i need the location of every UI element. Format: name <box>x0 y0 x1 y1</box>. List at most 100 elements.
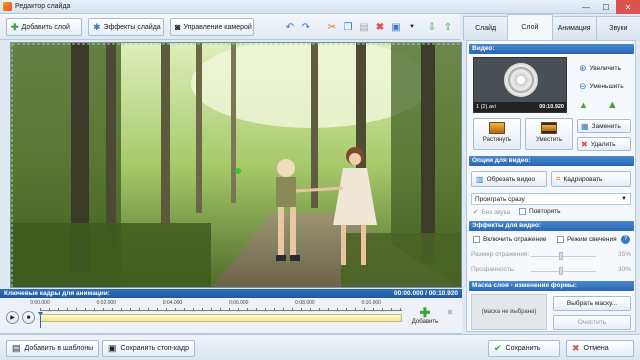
video-caption: 1 (2).avi 00:10.920 <box>474 102 566 112</box>
transparency-label: Прозрачность: <box>471 266 515 273</box>
crop-button[interactable]: ⌗ Кадрировать <box>551 171 631 187</box>
plus-icon: ✚ <box>419 305 431 320</box>
small-image-icon[interactable]: ▲ <box>579 100 588 110</box>
keyframe-timeline: ▶ ■ 0:00.000 0:02.000 0:04.000 0:06.000 … <box>0 298 462 334</box>
save-still-label: Сохранить стоп-кадр <box>120 345 189 352</box>
delete-keyframe-button[interactable]: ✖ <box>444 308 456 330</box>
ruler-tick: 0:02.000 <box>96 300 116 306</box>
add-keyframe-button[interactable]: ✚ Добавить <box>410 306 440 330</box>
fit-button[interactable]: Уместить <box>525 118 573 150</box>
stop-button[interactable]: ■ <box>22 311 35 324</box>
keyframe-track[interactable] <box>40 314 402 322</box>
add-to-templates-label: Добавить в шаблоны <box>24 345 94 352</box>
slider-knob[interactable] <box>559 267 563 275</box>
play-mode-value: Проиграть сразу <box>475 196 525 203</box>
film-reel-icon <box>504 63 538 97</box>
undo-icon[interactable]: ↶ <box>282 18 298 36</box>
slide-effects-label: Эффекты слайда <box>103 23 161 31</box>
tab-slide[interactable]: Слайд <box>463 16 509 40</box>
video-options-title: Опции для видео: <box>469 156 634 166</box>
toolbar: ✚ Добавить слой ✱ Эффекты слайда ◙ Управ… <box>0 14 460 40</box>
trim-video-button[interactable]: ▥ Обрезать видео <box>471 171 547 187</box>
transparency-slider[interactable]: Прозрачность: 30% <box>471 266 631 276</box>
fit-icon <box>541 122 557 134</box>
large-image-icon[interactable]: ▲ <box>607 99 618 111</box>
tab-animation[interactable]: Анимация <box>551 16 597 40</box>
mute-label: Без звука <box>481 208 511 216</box>
reflection-label: Включить отражение <box>483 236 547 243</box>
move-up-icon[interactable]: ⇧ <box>440 18 456 36</box>
zoom-out-link[interactable]: ⊖ Уменьшить <box>579 81 624 92</box>
clear-mask-button[interactable]: Очистить <box>553 315 631 330</box>
ruler-tick: 0:10.000 <box>361 300 381 306</box>
video-effects-title: Эффекты для видео: <box>469 221 634 231</box>
video-section-title: Видео: <box>469 44 634 54</box>
replace-button[interactable]: ▦ Заменить <box>577 119 631 133</box>
stretch-button[interactable]: Растянуть <box>473 118 521 150</box>
bottom-bar: ▤ Добавить в шаблоны ▣ Сохранить стоп-ка… <box>0 334 640 360</box>
layer-anchor-point[interactable] <box>235 168 241 174</box>
video-duration: 00:10.920 <box>539 104 564 110</box>
choose-mask-button[interactable]: Выбрать маску... <box>553 296 631 311</box>
playhead-marker[interactable] <box>38 312 43 328</box>
camera-control-button[interactable]: ◙ Управление камерой <box>170 18 254 36</box>
zoom-in-link[interactable]: ⊕ Увеличить <box>579 63 621 74</box>
title-bar: Редактор слайда — ☐ ✕ <box>0 0 640 14</box>
reflection-checkbox[interactable]: Включить отражение <box>473 236 546 243</box>
fit-label: Уместить <box>536 137 562 143</box>
replace-label: Заменить <box>591 122 621 130</box>
slide-effects-button[interactable]: ✱ Эффекты слайда <box>88 18 164 36</box>
maximize-button[interactable]: ☐ <box>596 0 616 14</box>
ruler-line <box>40 308 402 311</box>
keyframes-label: Ключевые кадры для анимации: <box>4 290 110 297</box>
ruler-tick: 0:06.000 <box>229 300 249 306</box>
mask-none-label: (маска не выбрана) <box>481 309 537 315</box>
zoom-out-label: Уменьшить <box>589 83 624 90</box>
save-still-button[interactable]: ▣ Сохранить стоп-кадр <box>102 340 195 357</box>
tab-sounds[interactable]: Звуки <box>595 16 640 40</box>
layout-icon[interactable]: ▣ <box>388 18 404 36</box>
minimize-button[interactable]: — <box>576 0 596 14</box>
tab-layer[interactable]: Слой <box>507 14 553 40</box>
panel-tabs: Слайд Слой Анимация Звуки <box>463 14 640 40</box>
layer-properties-panel: Видео: 1 (2).avi 00:10.920 ⊕ Увеличить ⊖… <box>466 40 636 332</box>
redo-icon[interactable]: ↷ <box>298 18 314 36</box>
move-down-icon[interactable]: ⇩ <box>424 18 440 36</box>
reflection-size-label: Размер отражения: <box>471 251 530 258</box>
chevron-down-icon[interactable]: ▼ <box>404 18 420 36</box>
save-label: Сохранить <box>505 345 541 352</box>
close-window-button[interactable]: ✕ <box>616 0 640 14</box>
slide-preview[interactable] <box>10 42 462 288</box>
reflection-size-slider[interactable]: Размер отражения: 35% <box>471 251 631 261</box>
help-icon[interactable]: ? <box>621 235 630 244</box>
copy-icon[interactable]: ❐ <box>340 18 356 36</box>
mask-section-title: Маска слоя - изменение формы: <box>469 281 634 291</box>
checkbox-box <box>519 208 526 215</box>
play-mode-select[interactable]: Проиграть сразу ▼ <box>471 193 631 205</box>
reflection-size-value: 35% <box>617 251 631 258</box>
delete-button[interactable]: ✖ Удалить <box>577 137 631 151</box>
delete-icon: ✖ <box>581 139 588 149</box>
slider-knob[interactable] <box>559 252 563 260</box>
add-layer-button[interactable]: ✚ Добавить слой <box>6 18 82 36</box>
crop-icon: ⌗ <box>556 174 561 183</box>
camera-icon: ◙ <box>175 22 181 32</box>
paste-icon[interactable]: ▤ <box>356 18 372 36</box>
add-to-templates-button[interactable]: ▤ Добавить в шаблоны <box>6 340 100 357</box>
cut-icon[interactable]: ✂ <box>324 18 340 36</box>
save-button[interactable]: ✔ Сохранить <box>488 340 560 357</box>
cancel-icon: ✖ <box>572 343 580 353</box>
checkbox-box <box>557 236 564 243</box>
repeat-checkbox[interactable]: Повторять <box>519 208 561 215</box>
mute-checkbox[interactable]: ✔ Без звука <box>473 208 511 217</box>
video-thumbnail[interactable]: 1 (2).avi 00:10.920 <box>473 57 567 113</box>
repeat-label: Повторять <box>529 208 561 215</box>
cancel-button[interactable]: ✖ Отмена <box>566 340 634 357</box>
play-button[interactable]: ▶ <box>6 311 19 324</box>
delete-icon[interactable]: ✖ <box>372 18 388 36</box>
template-icon: ▤ <box>12 343 21 353</box>
glow-checkbox[interactable]: Режим свечения <box>557 236 617 243</box>
transparency-value: 30% <box>617 266 631 273</box>
effects-icon: ✱ <box>93 21 101 32</box>
keyframes-time: 00:00.000 / 00:10.920 <box>394 290 458 297</box>
